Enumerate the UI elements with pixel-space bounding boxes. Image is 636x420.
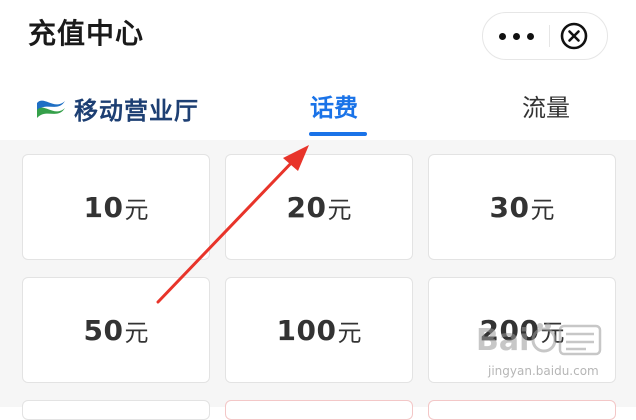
close-circle-icon (560, 22, 588, 50)
amount-value: 10 (83, 190, 124, 224)
china-mobile-logo-icon (37, 100, 65, 118)
amount-option-20[interactable]: 20 元 (225, 154, 413, 260)
amount-value: 50 (83, 313, 124, 347)
amount-unit: 元 (124, 318, 149, 347)
amount-unit: 元 (530, 195, 555, 224)
more-button[interactable] (483, 13, 549, 59)
amount-grid: 10 元 20 元 30 元 50 元 100 元 200 元 (0, 140, 636, 420)
amount-option-30[interactable]: 30 元 (428, 154, 616, 260)
amount-value: 100 (276, 313, 337, 347)
amount-option-10[interactable]: 10 元 (22, 154, 210, 260)
more-dots-icon (498, 32, 506, 40)
amount-unit: 元 (124, 195, 149, 224)
amount-unit: 元 (540, 318, 565, 347)
amount-option-50[interactable]: 50 元 (22, 277, 210, 383)
tab-huafei[interactable]: 话费 (310, 90, 358, 126)
amount-option-partial[interactable] (22, 400, 210, 420)
more-dot (512, 32, 520, 40)
capsule-divider (549, 25, 550, 47)
tab-liuliang[interactable]: 流量 (522, 90, 570, 126)
amount-value: 30 (489, 190, 530, 224)
active-tab-indicator (309, 132, 367, 136)
amount-option-partial[interactable] (428, 400, 616, 420)
amount-option-100[interactable]: 100 元 (225, 277, 413, 383)
amount-value: 200 (479, 313, 540, 347)
amount-unit: 元 (327, 195, 352, 224)
mini-program-capsule (482, 12, 608, 60)
brand: 移动营业厅 (34, 90, 199, 126)
amount-option-partial[interactable] (225, 400, 413, 420)
close-button[interactable] (559, 21, 589, 51)
brand-name: 移动营业厅 (74, 96, 199, 125)
more-dot (526, 32, 534, 40)
amount-unit: 元 (337, 318, 362, 347)
amount-value: 20 (286, 190, 327, 224)
tab-bar: 移动营业厅 话费 流量 (0, 78, 636, 140)
amount-option-200[interactable]: 200 元 (428, 277, 616, 383)
page-title: 充值中心 (28, 17, 145, 50)
top-bar: 充值中心 (0, 0, 636, 78)
